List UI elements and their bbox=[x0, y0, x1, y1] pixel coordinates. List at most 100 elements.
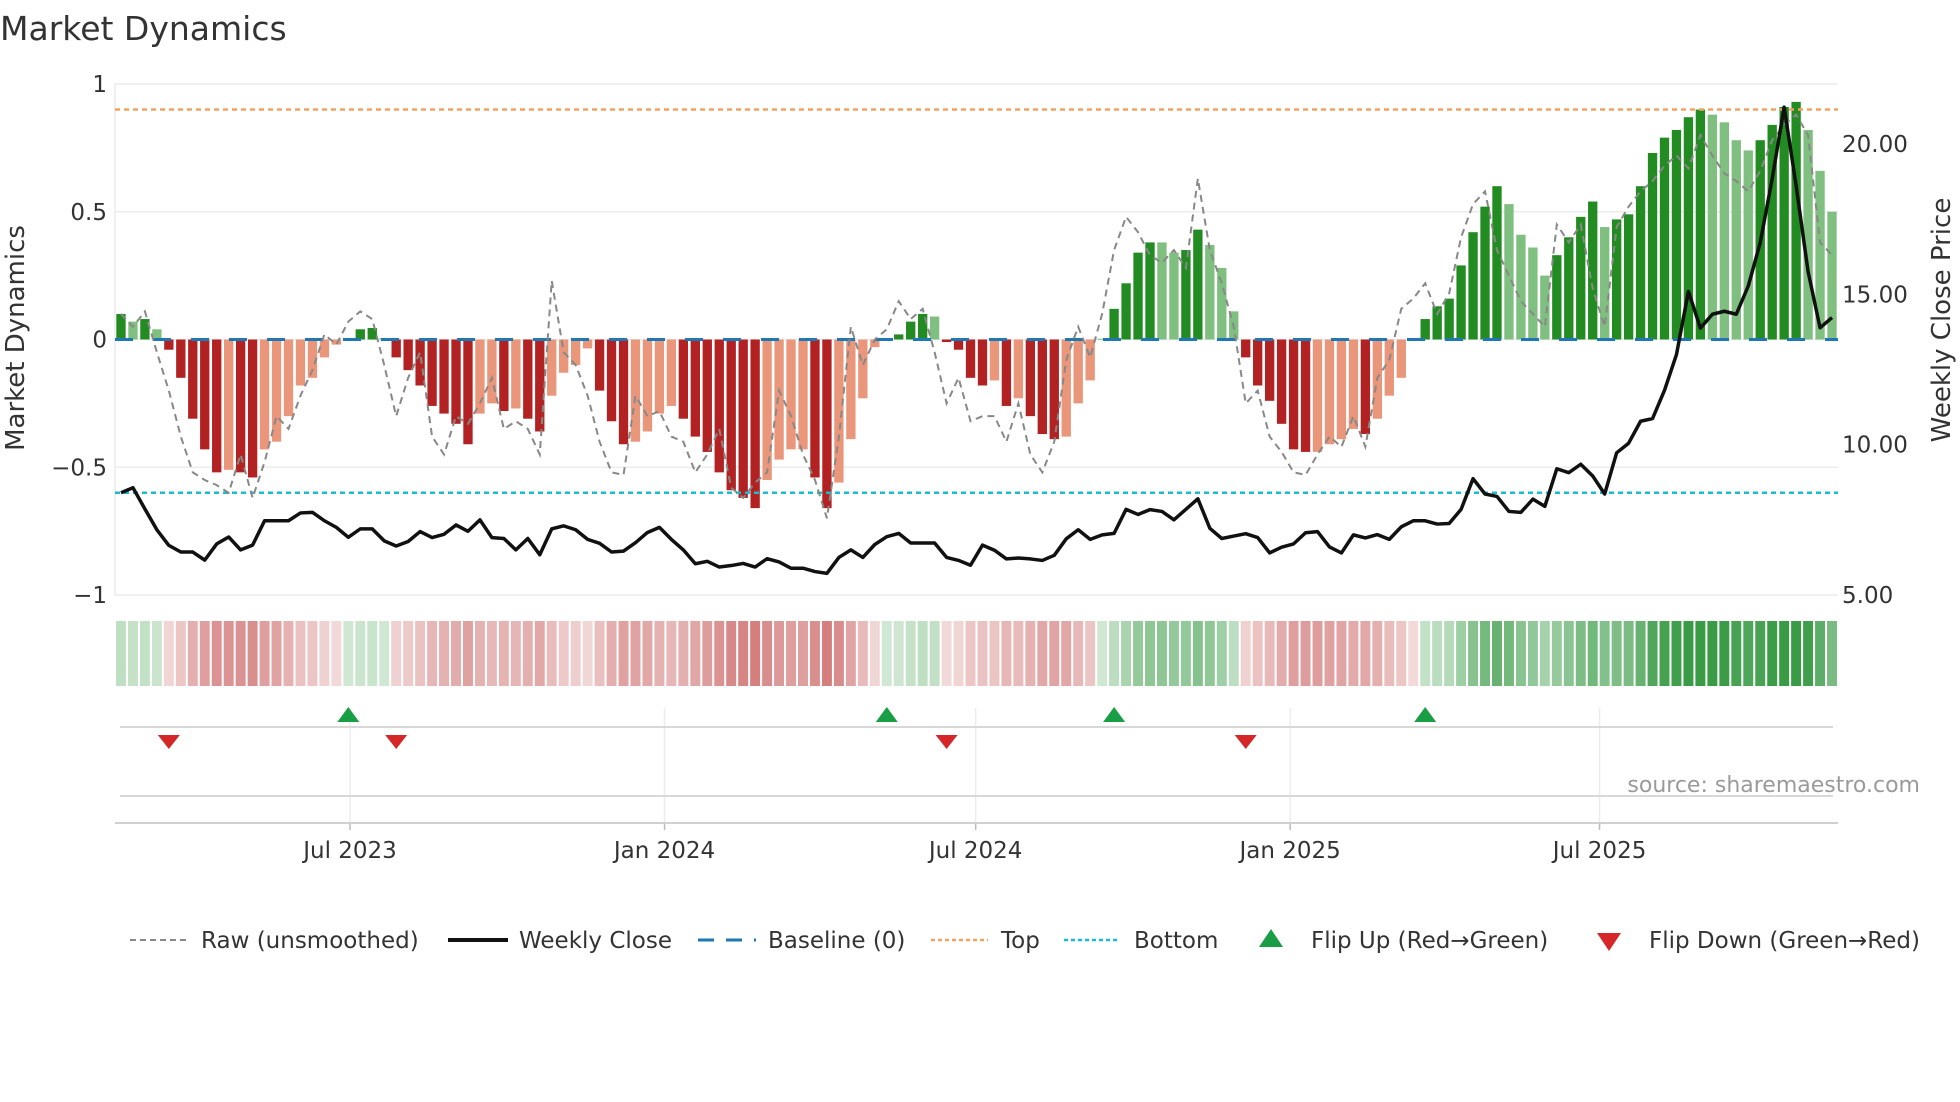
heat-cell bbox=[1432, 621, 1443, 686]
heat-cell bbox=[1456, 621, 1467, 686]
momentum-bar bbox=[1444, 298, 1454, 340]
heat-cell bbox=[1695, 621, 1706, 686]
momentum-bar bbox=[547, 339, 557, 396]
heat-cell bbox=[1671, 621, 1682, 686]
heat-cell bbox=[1216, 621, 1227, 686]
heat-cell bbox=[534, 621, 545, 686]
momentum-bar bbox=[1396, 339, 1406, 378]
heat-cell bbox=[139, 621, 150, 686]
heat-cell bbox=[1623, 621, 1634, 686]
momentum-bar bbox=[247, 339, 258, 478]
heat-cell bbox=[989, 621, 1000, 686]
y-tick-label: 0.5 bbox=[70, 200, 107, 226]
y2-tick-label: 10.00 bbox=[1842, 433, 1908, 459]
heat-cell bbox=[833, 621, 844, 686]
bars bbox=[116, 101, 1837, 509]
heat-cell bbox=[1743, 621, 1754, 686]
momentum-bar bbox=[738, 339, 748, 498]
heat-cell bbox=[1276, 621, 1287, 686]
y-axis-label: Market Dynamics bbox=[1, 225, 31, 451]
heat-cell bbox=[594, 621, 605, 686]
heat-cell bbox=[570, 621, 581, 686]
heat-cell bbox=[905, 621, 916, 686]
momentum-bar bbox=[1121, 283, 1131, 340]
momentum-bar bbox=[642, 339, 653, 432]
momentum-bar bbox=[1264, 339, 1275, 401]
momentum-bar bbox=[1504, 204, 1514, 340]
heat-cell bbox=[774, 621, 785, 686]
heat-cell bbox=[187, 621, 198, 686]
heat-cell bbox=[1156, 621, 1167, 686]
heat-cell bbox=[1803, 621, 1814, 686]
heat-cell bbox=[654, 621, 665, 686]
momentum-bar bbox=[1013, 339, 1024, 399]
x-tick-label: Jan 2025 bbox=[1238, 838, 1341, 864]
heat-cell bbox=[379, 621, 390, 686]
momentum-bar bbox=[1324, 339, 1335, 445]
momentum-bar bbox=[678, 339, 689, 419]
momentum-bar bbox=[1695, 109, 1706, 340]
heat-cell bbox=[199, 621, 210, 686]
momentum-bar bbox=[1157, 242, 1167, 340]
momentum-bar bbox=[702, 339, 712, 452]
heat-cell bbox=[666, 621, 677, 686]
legend-raw-label: Raw (unsmoothed) bbox=[201, 928, 419, 954]
momentum-bar bbox=[894, 334, 904, 340]
momentum-bar bbox=[283, 339, 294, 417]
legend-flip-down-label: Flip Down (Green→Red) bbox=[1649, 928, 1920, 954]
raw-line bbox=[120, 113, 1833, 519]
momentum-bar bbox=[1540, 275, 1550, 340]
momentum-bar bbox=[427, 339, 437, 406]
heat-cell bbox=[1563, 621, 1574, 686]
heat-strip bbox=[116, 621, 1837, 686]
heat-cell bbox=[678, 621, 689, 686]
heat-cell bbox=[367, 621, 378, 686]
momentum-bar bbox=[953, 339, 964, 350]
x-tick-label: Jan 2024 bbox=[612, 838, 715, 864]
momentum-bar bbox=[511, 339, 521, 409]
heat-cell bbox=[702, 621, 713, 686]
flip-up-marker bbox=[875, 707, 898, 722]
legend-flip-up-icon bbox=[1259, 929, 1283, 947]
legend-flip-down-icon bbox=[1597, 933, 1621, 951]
heat-cell bbox=[474, 621, 485, 686]
heat-cell bbox=[151, 621, 162, 686]
momentum-bar bbox=[200, 339, 210, 450]
heat-cell bbox=[1109, 621, 1120, 686]
momentum-bar bbox=[1109, 308, 1119, 340]
heat-cell bbox=[259, 621, 270, 686]
momentum-bar bbox=[224, 339, 234, 470]
momentum-bar bbox=[463, 339, 473, 445]
momentum-bar bbox=[690, 339, 700, 437]
chart-title: Market Dynamics bbox=[0, 9, 287, 48]
heat-cell bbox=[319, 621, 330, 686]
y2-tick-label: 20.00 bbox=[1842, 132, 1908, 158]
momentum-bar bbox=[1288, 339, 1299, 450]
momentum-bar bbox=[1300, 339, 1311, 452]
momentum-bar bbox=[714, 339, 724, 473]
momentum-bar bbox=[941, 339, 952, 343]
heat-cell bbox=[726, 621, 737, 686]
momentum-bar bbox=[235, 339, 246, 473]
momentum-bar bbox=[1659, 137, 1670, 340]
heat-cell bbox=[762, 621, 773, 686]
heat-cell bbox=[881, 621, 892, 686]
heat-cell bbox=[355, 621, 366, 686]
momentum-bar bbox=[487, 339, 497, 404]
heat-cell bbox=[714, 621, 725, 686]
heat-cell bbox=[331, 621, 342, 686]
heat-cell bbox=[857, 621, 868, 686]
y2-tick-label: 15.00 bbox=[1842, 282, 1908, 308]
momentum-bar bbox=[1001, 339, 1012, 406]
heat-cell bbox=[606, 621, 617, 686]
legend-close-label: Weekly Close bbox=[519, 928, 672, 954]
flip-down-marker bbox=[385, 735, 408, 749]
heat-cell bbox=[1635, 621, 1646, 686]
heat-cell bbox=[1180, 621, 1191, 686]
momentum-bar bbox=[391, 339, 401, 358]
momentum-bar bbox=[1576, 216, 1586, 340]
heat-cell bbox=[1168, 621, 1179, 686]
heat-cell bbox=[1121, 621, 1132, 686]
heat-cell bbox=[1551, 621, 1562, 686]
heat-cell bbox=[1396, 621, 1407, 686]
